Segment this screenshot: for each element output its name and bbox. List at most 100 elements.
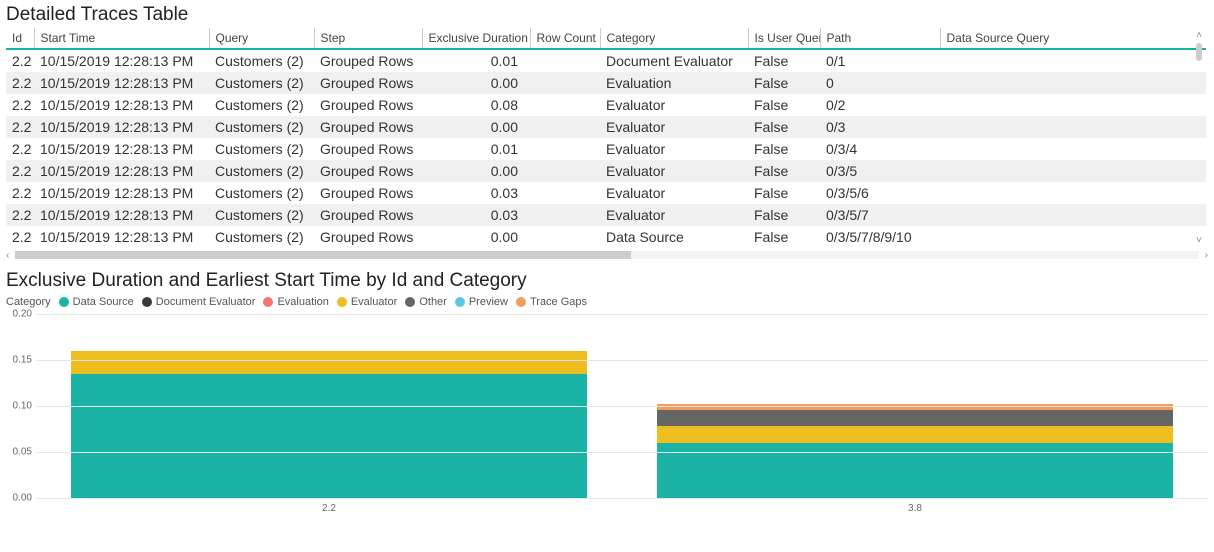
cell-data-source-query — [940, 116, 1206, 138]
gridline — [36, 452, 1208, 453]
hscroll-track[interactable] — [15, 251, 1198, 259]
legend-item[interactable]: Document Evaluator — [142, 296, 256, 308]
cell-exclusive-duration: 0.00 — [422, 116, 530, 138]
table-row[interactable]: 2.210/15/2019 12:28:13 PMCustomers (2)Gr… — [6, 182, 1206, 204]
hscroll-thumb[interactable] — [15, 251, 630, 259]
bar-segment[interactable] — [657, 410, 1173, 427]
bar-segment[interactable] — [71, 351, 587, 374]
cell-data-source-query — [940, 94, 1206, 116]
cell-category: Document Evaluator — [600, 49, 748, 72]
legend-swatch-icon — [59, 297, 69, 307]
cell-row-count — [530, 204, 600, 226]
chart-title: Exclusive Duration and Earliest Start Ti… — [0, 266, 1214, 294]
cell-row-count — [530, 116, 600, 138]
chart-area[interactable]: 0.000.050.100.150.20 2.23.8 — [6, 314, 1208, 514]
cell-is-user-query: False — [748, 226, 820, 248]
cell-start-time: 10/15/2019 12:28:13 PM — [34, 226, 209, 248]
col-header-start-time[interactable]: Start Time — [34, 28, 209, 49]
col-header-step[interactable]: Step — [314, 28, 422, 49]
horizontal-scrollbar[interactable]: ‹ › — [6, 248, 1208, 262]
legend-item[interactable]: Preview — [455, 296, 508, 308]
legend-item[interactable]: Other — [405, 296, 447, 308]
bar-segment[interactable] — [71, 374, 587, 498]
cell-data-source-query — [940, 182, 1206, 204]
cell-step: Grouped Rows — [314, 49, 422, 72]
col-header-is-user-query[interactable]: Is User Query — [748, 28, 820, 49]
legend-swatch-icon — [405, 297, 415, 307]
col-header-query[interactable]: Query — [209, 28, 314, 49]
legend-item[interactable]: Trace Gaps — [516, 296, 587, 308]
table-row[interactable]: 2.210/15/2019 12:28:13 PMCustomers (2)Gr… — [6, 138, 1206, 160]
scroll-left-icon[interactable]: ‹ — [6, 250, 9, 261]
gridline — [36, 360, 1208, 361]
cell-is-user-query: False — [748, 72, 820, 94]
cell-query: Customers (2) — [209, 182, 314, 204]
cell-id: 2.2 — [6, 94, 34, 116]
scroll-right-icon[interactable]: › — [1205, 250, 1208, 261]
y-tick: 0.00 — [13, 493, 32, 504]
col-header-data-source-query[interactable]: Data Source Query — [940, 28, 1206, 49]
cell-start-time: 10/15/2019 12:28:13 PM — [34, 72, 209, 94]
cell-data-source-query — [940, 72, 1206, 94]
col-header-row-count[interactable]: Row Count — [530, 28, 600, 49]
table-row[interactable]: 2.210/15/2019 12:28:13 PMCustomers (2)Gr… — [6, 226, 1206, 248]
table-row[interactable]: 2.210/15/2019 12:28:13 PMCustomers (2)Gr… — [6, 94, 1206, 116]
cell-id: 2.2 — [6, 116, 34, 138]
table-row[interactable]: 2.210/15/2019 12:28:13 PMCustomers (2)Gr… — [6, 72, 1206, 94]
y-tick: 0.05 — [13, 447, 32, 458]
stacked-bar[interactable] — [71, 351, 587, 498]
cell-is-user-query: False — [748, 49, 820, 72]
chart-plot[interactable]: 2.23.8 — [36, 314, 1208, 498]
cell-is-user-query: False — [748, 94, 820, 116]
table-row[interactable]: 2.210/15/2019 12:28:13 PMCustomers (2)Gr… — [6, 160, 1206, 182]
traces-table[interactable]: Id Start Time Query Step Exclusive Durat… — [6, 28, 1206, 248]
y-tick: 0.15 — [13, 355, 32, 366]
scroll-thumb[interactable] — [1196, 43, 1202, 61]
cell-category: Evaluator — [600, 182, 748, 204]
table-row[interactable]: 2.210/15/2019 12:28:13 PMCustomers (2)Gr… — [6, 204, 1206, 226]
cell-start-time: 10/15/2019 12:28:13 PM — [34, 94, 209, 116]
cell-category: Data Source — [600, 226, 748, 248]
legend-label: Evaluation — [277, 296, 328, 308]
table-header-row[interactable]: Id Start Time Query Step Exclusive Durat… — [6, 28, 1206, 49]
legend-item[interactable]: Evaluation — [263, 296, 328, 308]
cell-start-time: 10/15/2019 12:28:13 PM — [34, 138, 209, 160]
bar-segment[interactable] — [657, 426, 1173, 443]
legend-item[interactable]: Evaluator — [337, 296, 397, 308]
cell-category: Evaluator — [600, 116, 748, 138]
cell-path: 0/3/5/6 — [820, 182, 940, 204]
cell-query: Customers (2) — [209, 204, 314, 226]
cell-query: Customers (2) — [209, 116, 314, 138]
cell-data-source-query — [940, 49, 1206, 72]
x-tick: 3.8 — [622, 503, 1208, 514]
legend-item[interactable]: Data Source — [59, 296, 134, 308]
cell-step: Grouped Rows — [314, 160, 422, 182]
cell-category: Evaluator — [600, 204, 748, 226]
scroll-down-icon[interactable]: ˅ — [1196, 235, 1202, 246]
vertical-scrollbar[interactable]: ˄ ˅ — [1192, 28, 1206, 248]
col-header-id[interactable]: Id — [6, 28, 34, 49]
table-row[interactable]: 2.210/15/2019 12:28:13 PMCustomers (2)Gr… — [6, 116, 1206, 138]
cell-is-user-query: False — [748, 116, 820, 138]
scroll-up-icon[interactable]: ˄ — [1196, 30, 1202, 41]
col-header-category[interactable]: Category — [600, 28, 748, 49]
table-row[interactable]: 2.210/15/2019 12:28:13 PMCustomers (2)Gr… — [6, 49, 1206, 72]
col-header-exclusive-duration[interactable]: Exclusive Duration (%) — [422, 28, 530, 49]
legend-label: Preview — [469, 296, 508, 308]
col-header-path[interactable]: Path — [820, 28, 940, 49]
cell-exclusive-duration: 0.08 — [422, 94, 530, 116]
cell-id: 2.2 — [6, 72, 34, 94]
cell-category: Evaluator — [600, 138, 748, 160]
cell-is-user-query: False — [748, 160, 820, 182]
gridline — [36, 498, 1208, 499]
cell-row-count — [530, 160, 600, 182]
cell-row-count — [530, 182, 600, 204]
cell-exclusive-duration: 0.00 — [422, 72, 530, 94]
cell-category: Evaluation — [600, 72, 748, 94]
cell-query: Customers (2) — [209, 72, 314, 94]
cell-step: Grouped Rows — [314, 72, 422, 94]
cell-category: Evaluator — [600, 94, 748, 116]
cell-row-count — [530, 94, 600, 116]
legend-label: Other — [419, 296, 447, 308]
cell-row-count — [530, 72, 600, 94]
